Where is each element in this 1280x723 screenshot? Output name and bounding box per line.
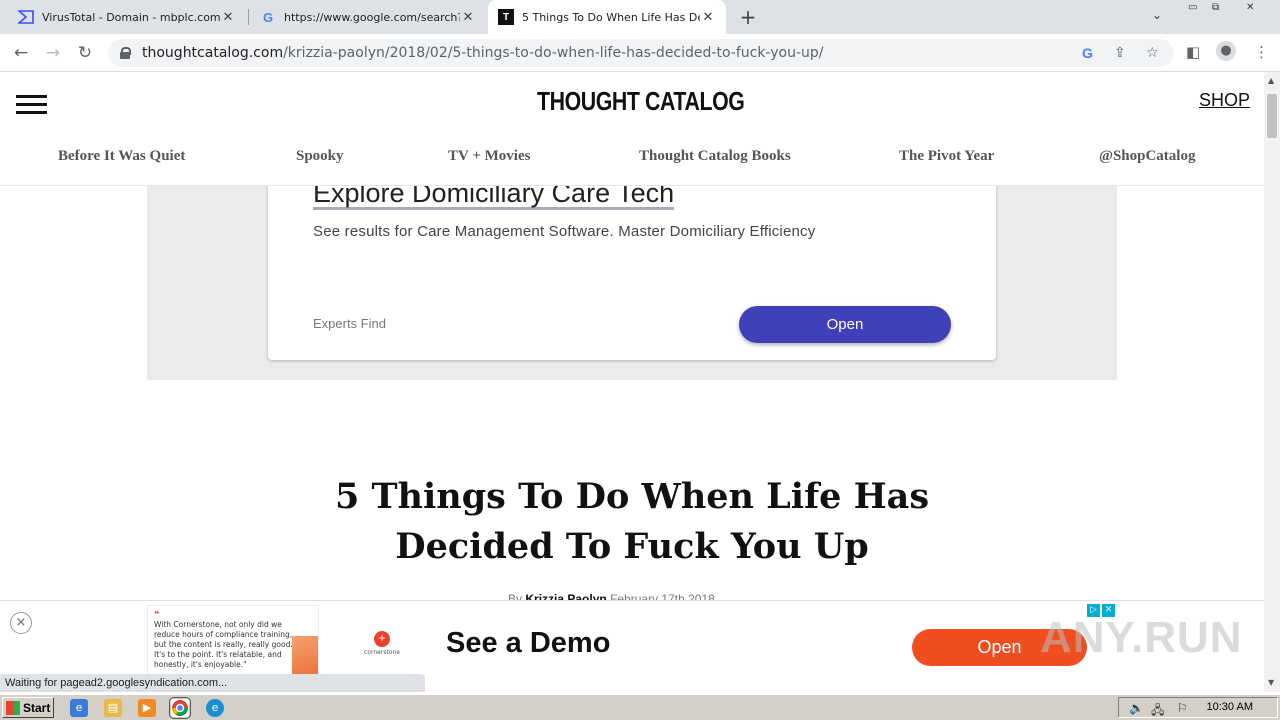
nav-item[interactable]: TV + Movies <box>448 148 530 165</box>
reload-icon[interactable]: ↻ <box>74 42 96 64</box>
taskbar: Start e ▤ ▶ e 🔈 🖧 ⚐ 10:30 AM <box>0 694 1280 720</box>
edge-icon[interactable]: e <box>206 699 224 717</box>
google-icon: G <box>262 9 274 25</box>
minimize-icon[interactable]: ▭ <box>1188 2 1197 13</box>
restore-icon[interactable]: ⧉ <box>1212 2 1219 13</box>
tab-virustotal[interactable]: VirusTotal - Domain - mbplc.com ✕ <box>8 0 246 34</box>
scroll-up-icon[interactable]: ▲ <box>1268 76 1274 85</box>
status-bar: Waiting for pagead2.googlesyndication.co… <box>0 674 425 692</box>
article-title: 5 Things To Do When Life Has Decided To … <box>334 476 930 567</box>
ad-headline[interactable]: See a Demo <box>446 627 610 660</box>
start-button[interactable]: Start <box>2 697 54 718</box>
menu-kebab-icon[interactable]: ⋮ <box>1254 43 1269 61</box>
clock[interactable]: 10:30 AM <box>1207 701 1253 713</box>
close-tab-icon[interactable]: ✕ <box>220 10 236 25</box>
ad-open-button[interactable]: Open <box>739 306 951 343</box>
tab-strip: VirusTotal - Domain - mbplc.com ✕ G http… <box>0 0 1280 34</box>
site-logo[interactable]: THOUGHT CATALOG <box>537 86 745 117</box>
profile-avatar-icon[interactable]: ● <box>1216 41 1236 61</box>
tab-title: VirusTotal - Domain - mbplc.com <box>42 10 220 24</box>
tab-search-icon[interactable]: ⌄ <box>1152 8 1162 22</box>
nav-item[interactable]: @ShopCatalog <box>1099 148 1195 165</box>
bookmark-star-icon[interactable]: ☆ <box>1146 45 1159 61</box>
side-panel-icon[interactable]: ◧ <box>1186 43 1200 61</box>
new-tab-button[interactable]: + <box>738 5 758 29</box>
nav-item[interactable]: Before It Was Quiet <box>58 148 185 165</box>
page-viewport: THOUGHT CATALOG SHOP Before It Was Quiet… <box>0 72 1264 692</box>
scroll-down-icon[interactable]: ▼ <box>1268 678 1274 687</box>
system-tray: 🔈 🖧 ⚐ 10:30 AM <box>1118 697 1278 718</box>
quote-icon: ❝ <box>154 610 160 620</box>
ie-icon[interactable]: e <box>70 699 88 717</box>
action-center-flag-icon[interactable]: ⚐ <box>1177 701 1188 715</box>
cornerstone-icon: + <box>374 631 390 647</box>
address-bar[interactable]: thoughtcatalog.com/krizzia-paolyn/2018/0… <box>108 39 1174 67</box>
forward-icon[interactable]: → <box>42 42 64 64</box>
share-icon[interactable]: ⇪ <box>1114 45 1126 61</box>
back-icon[interactable]: ← <box>10 42 32 64</box>
shop-link[interactable]: SHOP <box>1199 90 1250 111</box>
site-header: THOUGHT CATALOG SHOP Before It Was Quiet… <box>0 72 1264 186</box>
hamburger-menu-icon[interactable] <box>16 95 47 114</box>
ad-description: See results for Care Management Software… <box>313 223 816 240</box>
tab-thoughtcatalog[interactable]: T 5 Things To Do When Life Has Decide ✕ <box>488 0 726 34</box>
close-tab-icon[interactable]: ✕ <box>700 10 716 25</box>
google-lens-icon[interactable]: G <box>1082 45 1093 61</box>
lock-icon <box>120 47 131 59</box>
windows-logo-icon <box>6 700 20 715</box>
tab-google-search[interactable]: G https://www.google.com/search?q= ✕ <box>250 0 486 34</box>
media-player-icon[interactable]: ▶ <box>138 699 156 717</box>
thoughtcatalog-icon: T <box>498 9 514 25</box>
ad-source: Experts Find <box>313 316 386 331</box>
close-ad-button[interactable]: × <box>10 612 32 634</box>
volume-icon[interactable]: 🔈 <box>1129 701 1144 715</box>
virustotal-icon <box>18 9 34 25</box>
nav-item[interactable]: Thought Catalog Books <box>639 148 791 165</box>
browser-toolbar: ← → ↻ thoughtcatalog.com/krizzia-paolyn/… <box>0 34 1280 72</box>
chrome-icon[interactable] <box>169 697 191 719</box>
close-window-icon[interactable]: ✕ <box>1246 2 1254 13</box>
tab-title: 5 Things To Do When Life Has Decide <box>522 10 700 24</box>
url-text[interactable]: thoughtcatalog.com/krizzia-paolyn/2018/0… <box>142 45 824 61</box>
close-tab-icon[interactable]: ✕ <box>460 10 476 25</box>
scrollbar-thumb[interactable] <box>1267 94 1277 138</box>
anyrun-watermark: ANY.RUN <box>1040 613 1243 662</box>
explorer-folder-icon[interactable]: ▤ <box>104 699 122 717</box>
tab-title: https://www.google.com/search?q= <box>284 10 460 24</box>
testimonial-text: With Cornerstone, not only did we reduce… <box>154 620 293 669</box>
page-scrollbar[interactable]: ▲ ▼ <box>1264 72 1280 692</box>
cornerstone-logo[interactable]: + cornerstone <box>360 631 404 656</box>
nav-item[interactable]: Spooky <box>296 148 344 165</box>
nav-item[interactable]: The Pivot Year <box>899 148 994 165</box>
tab-separator <box>248 9 249 25</box>
network-icon[interactable]: 🖧 <box>1151 701 1164 722</box>
